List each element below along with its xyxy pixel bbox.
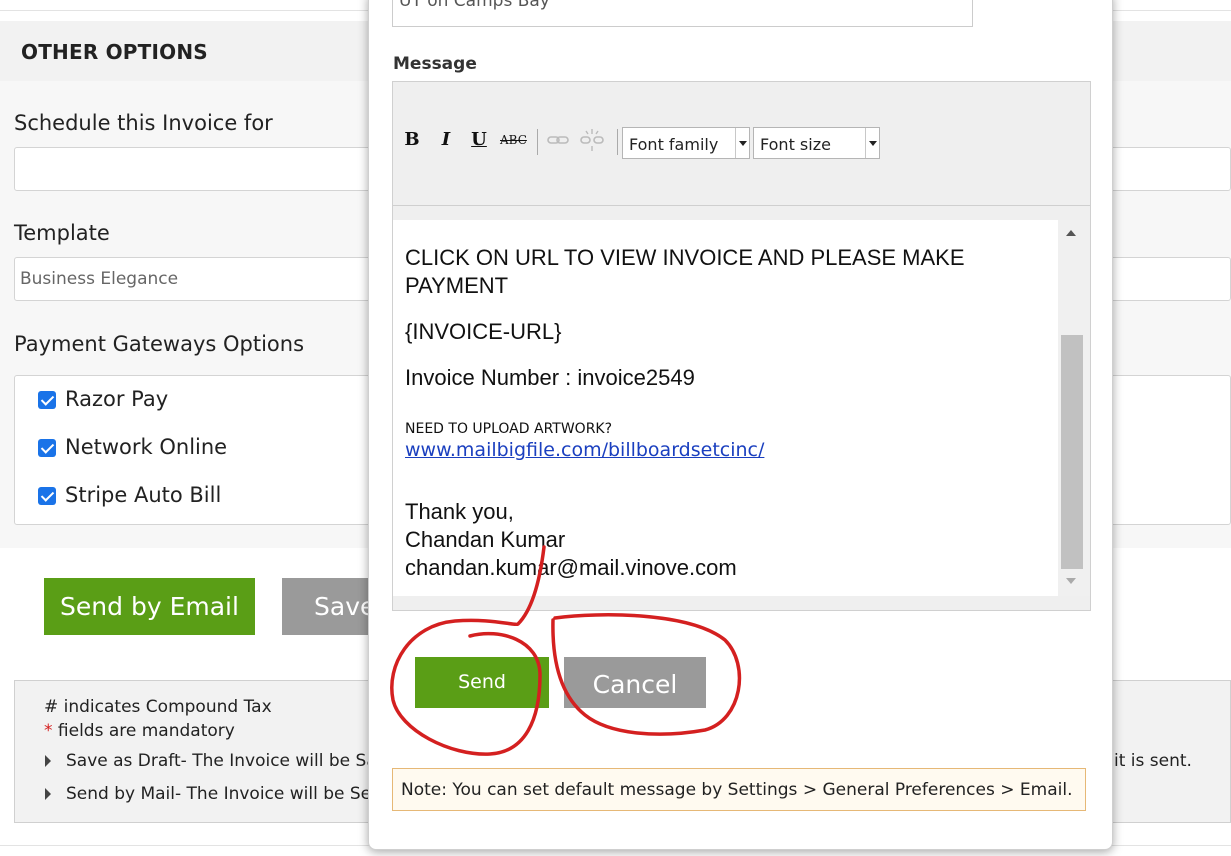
save-draft-note-tail: it is sent.	[1114, 751, 1192, 771]
unlink-icon[interactable]	[579, 127, 605, 153]
upload-link[interactable]: www.mailbigfile.com/billboardsetcinc/	[405, 439, 764, 461]
signature-email: chandan.kumar@mail.vinove.com	[405, 555, 737, 580]
mandatory-note: * fields are mandatory	[44, 721, 235, 741]
template-label: Template	[14, 221, 110, 245]
stripe-auto-bill-label: Stripe Auto Bill	[65, 483, 222, 507]
expand-triangle-icon[interactable]	[45, 788, 51, 800]
subject-value: UT on Camps Bay	[399, 0, 550, 11]
template-value: Business Elegance	[20, 269, 179, 289]
scrollbar-thumb[interactable]	[1061, 335, 1083, 569]
other-options-title: OTHER OPTIONS	[21, 40, 208, 64]
cancel-button[interactable]: Cancel	[564, 657, 706, 708]
font-size-select[interactable]: Font size	[753, 127, 880, 159]
bold-button[interactable]: B	[399, 127, 425, 153]
strikethrough-button[interactable]: ABC	[500, 127, 527, 153]
message-editor: B I U ABC Font family Font size CLICK ON…	[392, 81, 1091, 611]
compound-tax-note: # indicates Compound Tax	[44, 697, 272, 717]
scroll-up-arrow-icon[interactable]	[1066, 230, 1076, 236]
razor-pay-label: Razor Pay	[65, 387, 169, 411]
note-text: Note: You can set default message by Set…	[401, 780, 1073, 800]
gateways-label: Payment Gateways Options	[14, 332, 305, 356]
chevron-down-icon	[735, 128, 749, 158]
chevron-down-icon	[865, 128, 879, 158]
save-draft-note: Save as Draft- The Invoice will be Sa	[66, 751, 377, 771]
font-size-label: Font size	[760, 135, 831, 154]
default-message-note: Note: You can set default message by Set…	[392, 768, 1086, 811]
font-family-select[interactable]: Font family	[622, 127, 750, 159]
send-mail-note: Send by Mail- The Invoice will be Se	[66, 784, 372, 804]
expand-triangle-icon[interactable]	[45, 755, 51, 767]
font-family-label: Font family	[629, 135, 719, 154]
network-online-checkbox[interactable]	[38, 439, 56, 457]
network-online-label: Network Online	[65, 435, 228, 459]
editor-content[interactable]: CLICK ON URL TO VIEW INVOICE AND PLEASE …	[393, 220, 1058, 596]
invoice-number: Invoice Number : invoice2549	[405, 365, 695, 390]
editor-scrollbar[interactable]	[1058, 220, 1090, 596]
upload-prompt: NEED TO UPLOAD ARTWORK?	[405, 421, 613, 437]
italic-button[interactable]: I	[433, 127, 459, 153]
send-by-email-button[interactable]: Send by Email	[44, 578, 255, 635]
schedule-label: Schedule this Invoice for	[14, 111, 273, 135]
toolbar-separator	[617, 129, 618, 155]
signature-name: Chandan Kumar	[405, 527, 566, 552]
mandatory-text: fields are mandatory	[52, 721, 235, 741]
editor-toolbar: B I U ABC Font family Font size	[393, 82, 1090, 206]
toolbar-separator	[537, 129, 538, 155]
link-icon[interactable]	[545, 127, 571, 153]
razor-pay-checkbox[interactable]	[38, 391, 56, 409]
message-label: Message	[393, 54, 477, 74]
body-line-2: PAYMENT	[405, 273, 509, 298]
invoice-url-placeholder: {INVOICE-URL}	[405, 319, 562, 344]
mandatory-star: *	[44, 721, 53, 741]
body-line-1: CLICK ON URL TO VIEW INVOICE AND PLEASE …	[405, 245, 965, 270]
thanks-line: Thank you,	[405, 499, 514, 524]
send-button[interactable]: Send	[415, 657, 549, 708]
scroll-down-arrow-icon[interactable]	[1066, 578, 1076, 584]
subject-input[interactable]: UT on Camps Bay	[392, 0, 973, 27]
email-modal: UT on Camps Bay Message B I U ABC Font f…	[368, 0, 1113, 850]
underline-button[interactable]: U	[466, 127, 492, 153]
stripe-auto-bill-checkbox[interactable]	[38, 487, 56, 505]
